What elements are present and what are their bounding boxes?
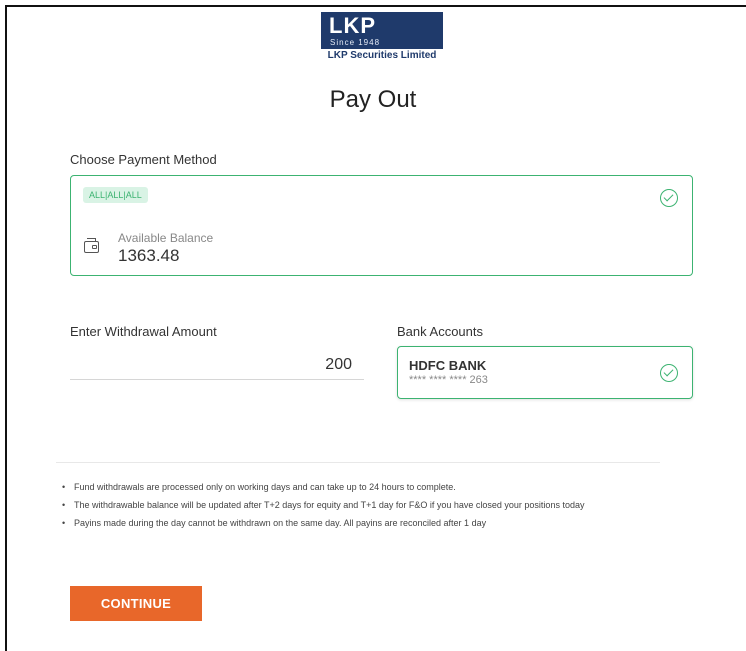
note-item: Payins made during the day cannot be wit… xyxy=(62,514,584,532)
brand-logo: LKP Since 1948 LKP Securities Limited xyxy=(321,12,443,62)
bank-account-number: **** **** **** 263 xyxy=(409,374,488,386)
company-name: LKP Securities Limited xyxy=(327,50,437,61)
note-item: The withdrawable balance will be updated… xyxy=(62,496,584,514)
bank-name: HDFC BANK xyxy=(409,358,487,373)
check-circle-icon xyxy=(660,189,678,207)
withdrawal-amount-input[interactable] xyxy=(70,350,364,380)
payment-method-card[interactable]: ALL|ALL|ALL Available Balance 1363.48 xyxy=(70,175,693,276)
page-title: Pay Out xyxy=(329,86,417,113)
wallet-icon xyxy=(84,238,99,253)
bank-accounts-label: Bank Accounts xyxy=(397,324,483,339)
note-item: Fund withdrawals are processed only on w… xyxy=(62,478,584,496)
segment-tag: ALL|ALL|ALL xyxy=(83,187,148,203)
info-notes: Fund withdrawals are processed only on w… xyxy=(60,478,584,532)
logo-mark: LKP xyxy=(329,13,376,38)
bank-account-card[interactable]: HDFC BANK **** **** **** 263 xyxy=(397,346,693,399)
check-circle-icon xyxy=(660,364,678,382)
withdrawal-amount-label: Enter Withdrawal Amount xyxy=(70,324,217,339)
available-balance-label: Available Balance xyxy=(118,231,214,245)
continue-button[interactable]: CONTINUE xyxy=(70,586,202,621)
logo-badge: LKP Since 1948 xyxy=(321,12,443,49)
section-divider xyxy=(56,462,660,463)
available-balance-value: 1363.48 xyxy=(118,246,180,265)
logo-since: Since 1948 xyxy=(330,38,381,47)
payment-method-label: Choose Payment Method xyxy=(70,152,217,167)
